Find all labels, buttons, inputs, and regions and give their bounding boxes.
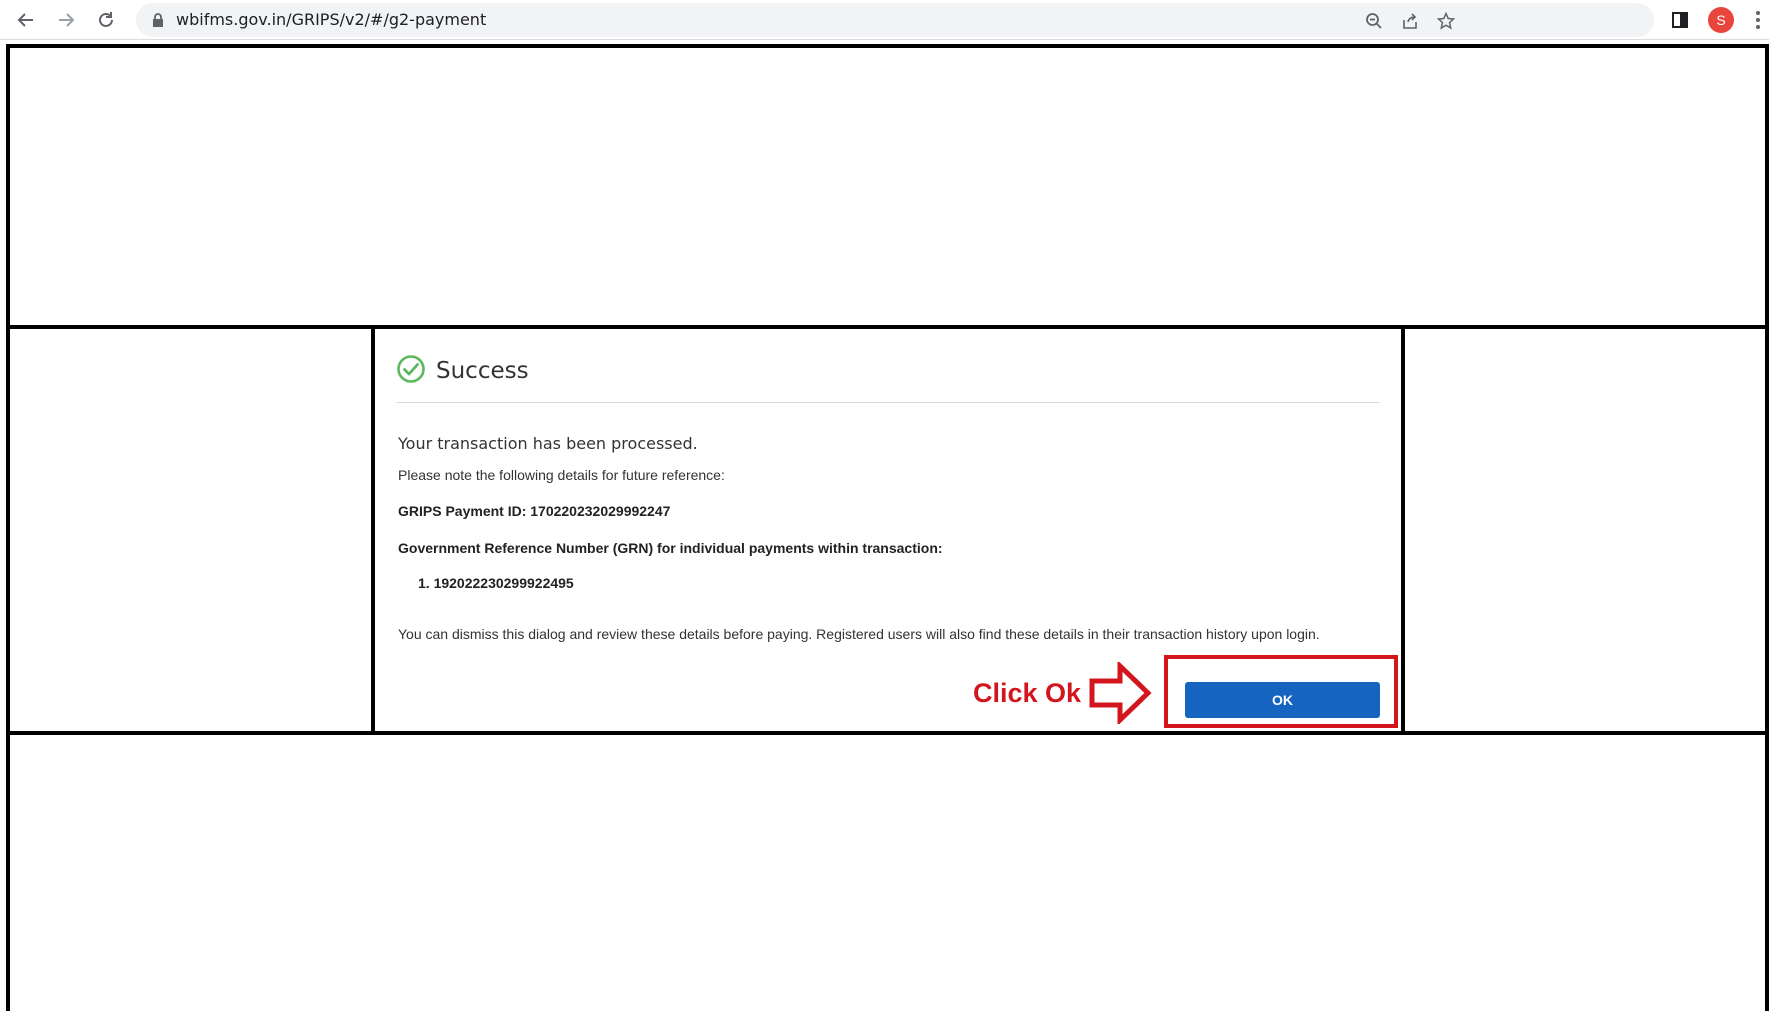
avatar[interactable]: S <box>1708 7 1734 33</box>
browser-toolbar: wbifms.gov.in/GRIPS/v2/#/g2-payment S <box>0 0 1769 40</box>
dialog-divider <box>396 402 1380 403</box>
frame-border-left <box>6 44 10 1011</box>
share-icon[interactable] <box>1400 11 1420 31</box>
callout-label: Click Ok <box>973 678 1082 708</box>
frame-border-lower <box>6 731 1769 735</box>
url-text[interactable]: wbifms.gov.in/GRIPS/v2/#/g2-payment <box>176 10 486 29</box>
star-icon[interactable] <box>1436 11 1456 31</box>
frame-border-top <box>6 44 1769 48</box>
address-bar[interactable]: wbifms.gov.in/GRIPS/v2/#/g2-payment <box>136 3 1654 37</box>
dialog-title: Success <box>436 358 529 384</box>
grn-heading: Government Reference Number (GRN) for in… <box>398 540 943 556</box>
frame-border-dialog-right <box>1401 325 1405 735</box>
side-panel-icon[interactable] <box>1670 10 1690 30</box>
check-circle-icon <box>396 354 436 389</box>
zoom-icon[interactable] <box>1364 11 1384 31</box>
ok-button[interactable]: OK <box>1185 682 1380 718</box>
payment-id: GRIPS Payment ID: 170220232029992247 <box>398 503 671 519</box>
grn-list-item: 1. 192022230299922495 <box>418 575 574 591</box>
transaction-message: Your transaction has been processed. <box>398 434 698 453</box>
frame-border-dialog-left <box>371 325 375 735</box>
reload-icon[interactable] <box>94 8 118 32</box>
frame-border-upper <box>6 325 1769 329</box>
forward-arrow-icon[interactable] <box>54 8 78 32</box>
lock-icon[interactable] <box>150 12 166 28</box>
kebab-menu-icon[interactable] <box>1754 9 1762 31</box>
back-arrow-icon[interactable] <box>14 8 38 32</box>
dialog-footer-text: You can dismiss this dialog and review t… <box>398 626 1320 642</box>
dialog-header: Success <box>396 354 529 388</box>
right-arrow-icon <box>1088 660 1152 726</box>
reference-note: Please note the following details for fu… <box>398 467 725 483</box>
frame-border-right <box>1765 44 1769 1011</box>
